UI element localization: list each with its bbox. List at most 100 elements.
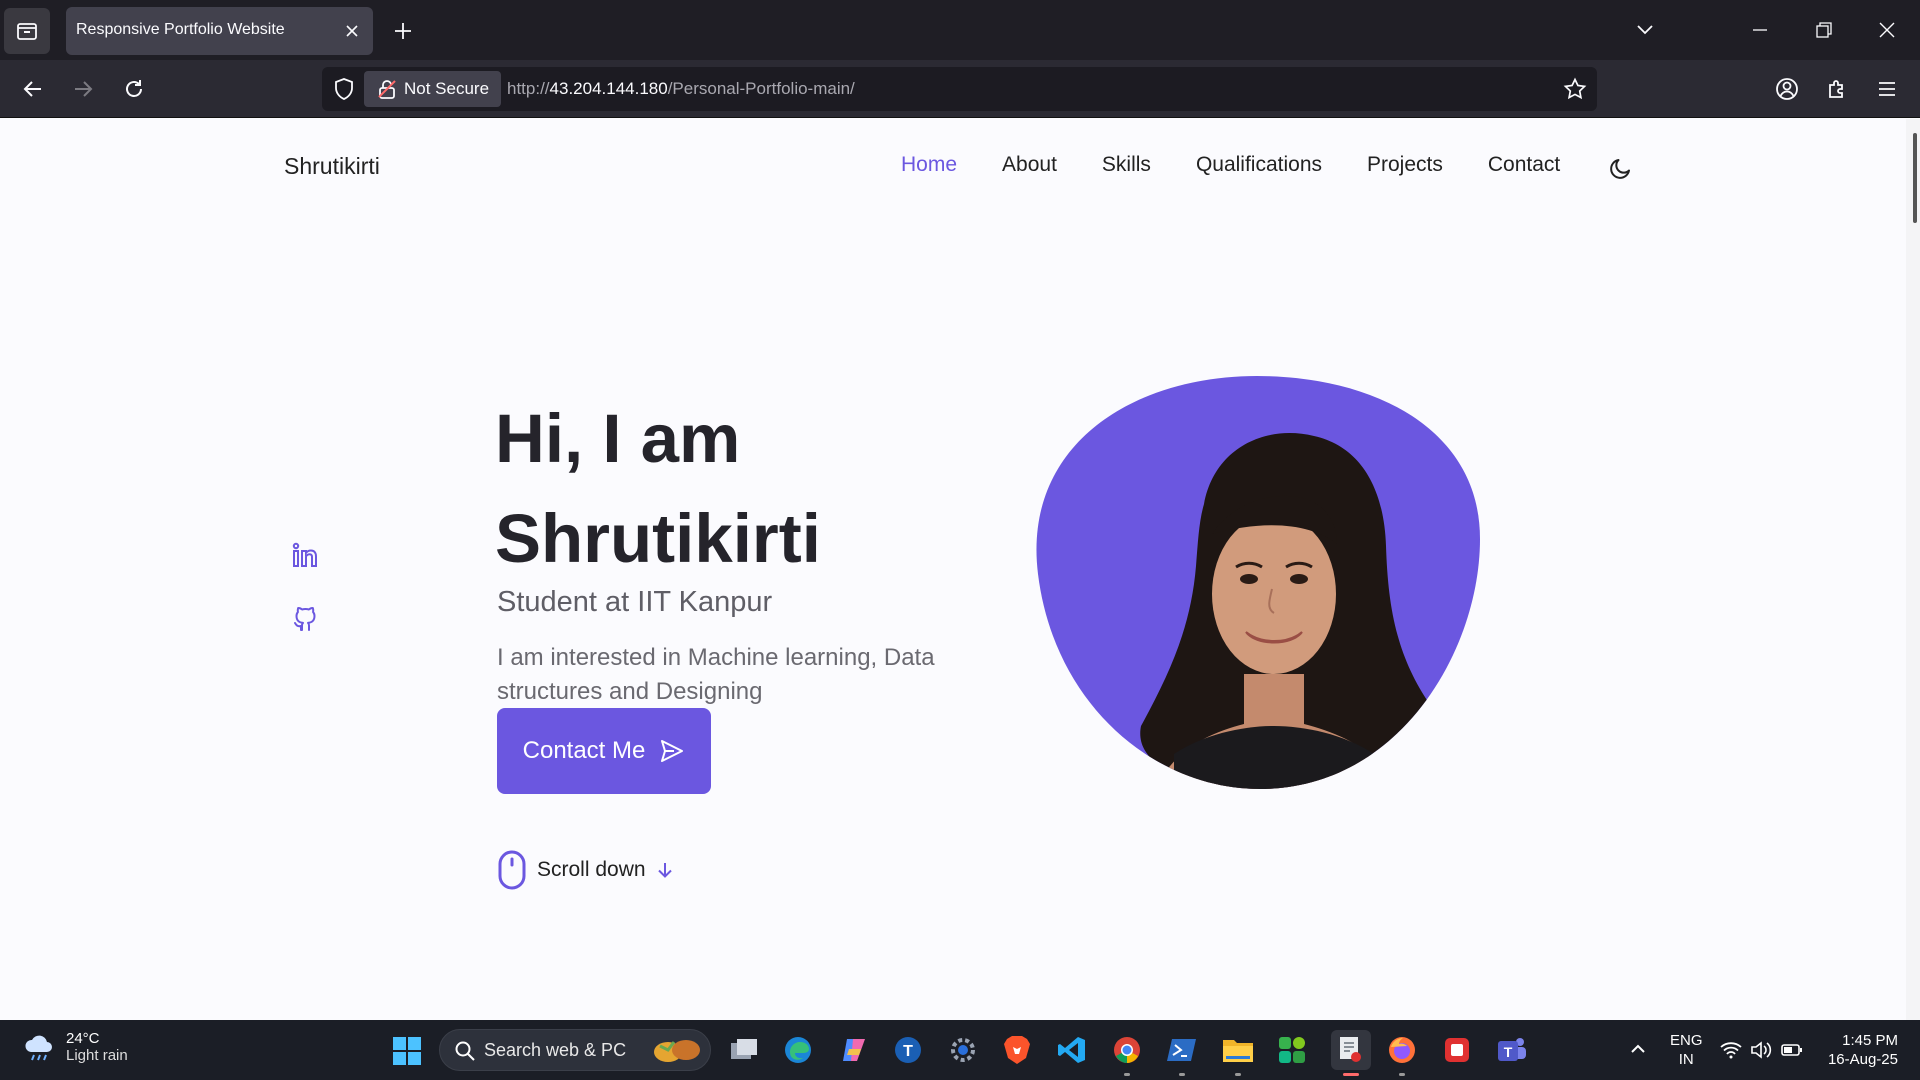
running-indicator	[1235, 1073, 1241, 1076]
close-window-button[interactable]	[1877, 20, 1897, 45]
minimize-button[interactable]	[1750, 20, 1770, 45]
browser-tab-active[interactable]: Responsive Portfolio Website	[66, 7, 373, 55]
copilot-icon	[843, 1039, 865, 1061]
chrome-app[interactable]	[1111, 1034, 1143, 1076]
close-icon	[1879, 22, 1895, 38]
hero-subtitle: Student at IIT Kanpur	[497, 586, 773, 618]
hamburger-menu-icon	[1879, 82, 1895, 96]
weather-widget[interactable]: 24°C Light rain	[22, 1030, 128, 1064]
hero-title-line-1: Hi, I am	[495, 400, 741, 477]
url-scheme: http://	[507, 79, 550, 98]
bookmark-star-icon[interactable]	[1563, 77, 1587, 101]
site-logo[interactable]: Shrutikirti	[284, 153, 380, 180]
terminal-icon	[1167, 1039, 1196, 1061]
scrollbar-thumb[interactable]	[1913, 133, 1917, 223]
url-host: 43.204.144.180	[549, 79, 668, 98]
firefox-app[interactable]	[1386, 1034, 1418, 1076]
arrow-left-icon	[23, 81, 41, 97]
puzzle-icon	[1829, 80, 1843, 98]
store-app[interactable]	[1276, 1034, 1308, 1066]
windows-taskbar: 24°C Light rain Search web & PC T T ENG …	[0, 1020, 1920, 1080]
t-app[interactable]: T	[892, 1034, 924, 1066]
battery-icon	[1781, 1044, 1802, 1056]
teams-icon: T	[1498, 1038, 1526, 1061]
chevron-down-icon	[1637, 25, 1653, 35]
moon-theme-toggle-icon[interactable]	[1608, 155, 1634, 181]
running-indicator	[1124, 1073, 1130, 1076]
gear-icon	[951, 1038, 975, 1062]
account-button[interactable]	[1772, 74, 1802, 104]
copilot-app[interactable]	[838, 1034, 870, 1066]
battery-button[interactable]	[1781, 1040, 1803, 1065]
search-icon	[455, 1041, 475, 1061]
menu-button[interactable]	[1872, 74, 1902, 104]
terminal-app[interactable]	[1166, 1034, 1198, 1076]
folder-icon	[1223, 1040, 1253, 1062]
hero-title: Hi, I am Shrutikirti	[495, 389, 821, 589]
url-text[interactable]: http://43.204.144.180/Personal-Portfolio…	[507, 79, 855, 99]
linkedin-icon[interactable]	[290, 540, 320, 570]
site-security-button[interactable]: Not Secure	[364, 71, 502, 107]
chrome-icon	[1114, 1037, 1140, 1063]
windows-start-icon[interactable]	[392, 1036, 422, 1066]
close-tab-icon[interactable]	[341, 20, 363, 42]
forward-button[interactable]	[68, 74, 98, 104]
account-icon	[1776, 78, 1798, 100]
input-language[interactable]: ENG IN	[1670, 1031, 1703, 1069]
scroll-down-label: Scroll down	[537, 858, 646, 881]
contact-me-button[interactable]: Contact Me	[497, 708, 711, 794]
vscode-icon	[1058, 1037, 1085, 1063]
hero-title-line-2: Shrutikirti	[495, 500, 821, 577]
running-indicator	[1179, 1073, 1185, 1076]
system-clock[interactable]: 1:45 PM 16-Aug-25	[1820, 1031, 1898, 1069]
new-tab-button[interactable]	[390, 18, 416, 44]
nav-about[interactable]: About	[1002, 153, 1057, 177]
browser-tab-bar: Responsive Portfolio Website	[0, 0, 1920, 60]
list-all-tabs-button[interactable]	[1634, 18, 1656, 45]
nav-home[interactable]: Home	[901, 153, 957, 177]
nav-projects[interactable]: Projects	[1367, 153, 1443, 177]
tab-title: Responsive Portfolio Website	[76, 21, 285, 38]
reload-button[interactable]	[119, 74, 149, 104]
active-indicator	[1343, 1073, 1359, 1076]
wifi-button[interactable]	[1720, 1040, 1742, 1065]
brave-app[interactable]	[1001, 1034, 1033, 1066]
brave-lion-icon	[1004, 1036, 1030, 1064]
page-scrollbar[interactable]	[1906, 119, 1920, 1020]
settings-app[interactable]	[947, 1034, 979, 1066]
nav-qualifications[interactable]: Qualifications	[1196, 153, 1322, 177]
arrow-right-icon	[75, 81, 93, 97]
minimize-icon	[1753, 29, 1767, 31]
shield-icon[interactable]	[332, 77, 356, 101]
file-explorer-app[interactable]	[1222, 1034, 1254, 1076]
profile-photo	[1036, 376, 1480, 789]
snip-icon	[1340, 1037, 1361, 1062]
nav-contact[interactable]: Contact	[1488, 153, 1560, 177]
reload-icon	[126, 80, 142, 97]
mouse-icon	[498, 850, 526, 890]
recorder-app[interactable]	[1441, 1034, 1473, 1066]
web-page: Shrutikirti Home About Skills Qualificat…	[0, 119, 1920, 1020]
url-bar[interactable]: Not Secure http://43.204.144.180/Persona…	[322, 67, 1597, 111]
clock-time: 1:45 PM	[1842, 1032, 1898, 1049]
svg-text:T: T	[903, 1043, 913, 1060]
snipping-tool-app[interactable]	[1331, 1030, 1371, 1076]
extensions-button[interactable]	[1822, 74, 1852, 104]
show-hidden-icons-button[interactable]	[1628, 1034, 1648, 1069]
volume-button[interactable]	[1750, 1040, 1772, 1065]
back-button[interactable]	[18, 74, 48, 104]
scroll-down-link[interactable]: Scroll down	[497, 850, 674, 890]
edge-app[interactable]	[782, 1034, 814, 1066]
nav-skills[interactable]: Skills	[1102, 153, 1151, 177]
github-icon[interactable]	[290, 604, 320, 634]
browser-toolbar: Not Secure http://43.204.144.180/Persona…	[0, 60, 1920, 118]
taskbar-search[interactable]: Search web & PC	[439, 1029, 711, 1071]
task-view-app[interactable]	[728, 1034, 760, 1066]
restore-button[interactable]	[1814, 20, 1834, 45]
wifi-icon	[1720, 1042, 1742, 1059]
teams-app[interactable]: T	[1496, 1034, 1528, 1066]
firefox-view-button[interactable]	[4, 8, 50, 54]
chevron-up-icon	[1631, 1044, 1645, 1053]
lang-line-2: IN	[1678, 1051, 1694, 1068]
vscode-app[interactable]	[1056, 1034, 1088, 1066]
